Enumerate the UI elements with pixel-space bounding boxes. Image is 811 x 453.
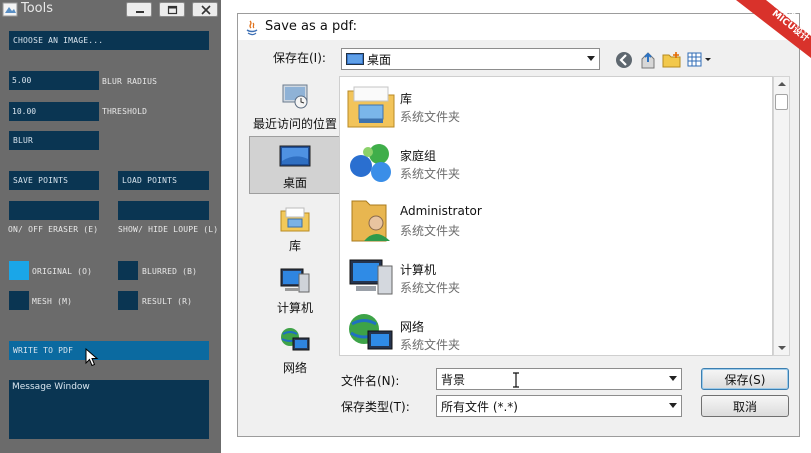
library-folder-icon (347, 86, 395, 128)
save-in-value: 桌面 (367, 52, 392, 67)
filetype-value: 所有文件 (*.*) (441, 399, 518, 414)
filename-value: 背景 (441, 372, 466, 387)
original-label: ORIGINAL (O) (32, 267, 93, 276)
chevron-down-icon (669, 403, 677, 408)
maximize-icon (167, 5, 178, 15)
network-icon (281, 328, 310, 351)
desktop-icon (279, 145, 311, 167)
chevron-down-icon (669, 376, 677, 381)
file-type: 系统文件夹 (400, 281, 461, 295)
chevron-down-icon (587, 56, 595, 61)
place-desktop[interactable]: 桌面 (249, 136, 341, 194)
mesh-label: MESH (M) (32, 297, 73, 306)
original-toggle[interactable] (9, 261, 29, 280)
loupe-toggle[interactable] (118, 201, 209, 220)
list-item[interactable]: 家庭组 系统文件夹 (346, 136, 746, 188)
choose-image-button[interactable]: CHOOSE AN IMAGE... (9, 31, 209, 50)
place-library[interactable]: 库 (249, 204, 341, 254)
close-button[interactable] (192, 2, 218, 17)
user-folder-icon (351, 200, 390, 242)
filetype-combo[interactable]: 所有文件 (*.*) (436, 395, 682, 417)
java-icon (246, 20, 258, 36)
text-cursor-icon (513, 372, 519, 388)
save-in-combo[interactable]: 桌面 (341, 48, 600, 70)
message-window: Message Window (9, 380, 209, 439)
back-icon[interactable] (615, 51, 633, 69)
eraser-label: ON/ OFF ERASER (E) (8, 225, 99, 234)
save-points-button[interactable]: SAVE POINTS (9, 171, 99, 190)
place-recent-label: 最近访问的位置 (252, 117, 337, 131)
dialog-title: Save as a pdf: (265, 19, 358, 34)
file-name: 计算机 (400, 263, 437, 277)
list-item[interactable]: 库 系统文件夹 (346, 79, 746, 131)
library-icon (280, 207, 310, 232)
tools-title: Tools (21, 1, 54, 16)
places-bar: 最近访问的位置 桌面 库 计算机 网络 (249, 76, 341, 376)
maximize-button[interactable] (159, 2, 185, 17)
save-button[interactable]: 保存(S) (701, 368, 789, 390)
recent-places-icon (282, 84, 308, 109)
save-dialog: Save as a pdf: 保存在(I): 桌面 最近访问的位置 桌面 库 计… (237, 13, 800, 437)
place-library-label: 库 (288, 239, 301, 253)
result-label: RESULT (R) (142, 297, 193, 306)
tools-window: Tools CHOOSE AN IMAGE... 5.00 BLUR RADIU… (0, 0, 221, 453)
blur-radius-label: BLUR RADIUS (102, 77, 158, 86)
close-icon (201, 5, 211, 15)
filetype-label: 保存类型(T): (341, 400, 410, 414)
file-name: 网络 (400, 320, 425, 334)
loupe-label: SHOW/ HIDE LOUPE (L) (118, 225, 219, 234)
file-type: 系统文件夹 (400, 224, 461, 238)
scroll-up-icon[interactable] (778, 82, 786, 86)
blurred-toggle[interactable] (118, 261, 138, 280)
desktop-small-icon (346, 53, 364, 65)
place-network[interactable]: 网络 (249, 326, 341, 376)
write-pdf-button[interactable]: WRITE TO PDF (9, 341, 209, 360)
file-type: 系统文件夹 (400, 167, 461, 181)
eraser-toggle[interactable] (9, 201, 99, 220)
place-desktop-label: 桌面 (282, 176, 307, 190)
blurred-label: BLURRED (B) (142, 267, 198, 276)
file-name: 家庭组 (400, 149, 437, 163)
computer-icon (349, 259, 393, 295)
place-network-label: 网络 (282, 361, 307, 375)
mouse-cursor-icon (85, 348, 99, 367)
load-points-button[interactable]: LOAD POINTS (118, 171, 209, 190)
blur-radius-field[interactable]: 5.00 (9, 71, 99, 90)
scroll-thumb[interactable] (775, 94, 788, 110)
computer-icon (280, 268, 310, 293)
file-list[interactable]: 库 系统文件夹 家庭组 系统文件夹 Administrator 系统文件夹 计算… (339, 76, 773, 356)
threshold-field[interactable]: 10.00 (9, 102, 99, 121)
place-computer-label: 计算机 (276, 301, 313, 315)
list-item[interactable]: 计算机 系统文件夹 (346, 250, 746, 302)
view-menu-icon[interactable] (687, 51, 715, 69)
blur-button[interactable]: BLUR (9, 131, 99, 150)
result-toggle[interactable] (118, 291, 138, 310)
network-icon (349, 314, 393, 350)
threshold-label: THRESHOLD (102, 107, 148, 116)
file-type: 系统文件夹 (400, 338, 461, 352)
new-folder-icon[interactable] (662, 51, 682, 69)
list-item[interactable]: 网络 系统文件夹 (346, 307, 746, 359)
homegroup-icon (350, 144, 391, 182)
scroll-down-icon[interactable] (778, 346, 786, 350)
app-icon (2, 2, 18, 17)
minimize-button[interactable] (126, 2, 152, 17)
watermark-ribbon: 公众号 MICU设计 (736, 0, 811, 58)
mesh-toggle[interactable] (9, 291, 29, 310)
cancel-button[interactable]: 取消 (701, 395, 789, 417)
tools-titlebar[interactable]: Tools (0, 0, 221, 20)
minimize-icon (136, 11, 144, 13)
filename-field[interactable]: 背景 (436, 368, 682, 390)
file-list-scrollbar[interactable] (773, 76, 790, 356)
place-recent[interactable]: 最近访问的位置 (249, 82, 341, 132)
save-in-label: 保存在(I): (273, 51, 326, 65)
file-name: Administrator (400, 204, 482, 218)
file-name: 库 (400, 92, 413, 106)
list-item[interactable]: Administrator 系统文件夹 (346, 193, 746, 245)
dialog-titlebar[interactable]: Save as a pdf: (238, 14, 799, 40)
filename-label: 文件名(N): (341, 374, 400, 388)
up-folder-icon[interactable] (639, 50, 657, 70)
file-type: 系统文件夹 (400, 110, 461, 124)
place-computer[interactable]: 计算机 (249, 266, 341, 316)
